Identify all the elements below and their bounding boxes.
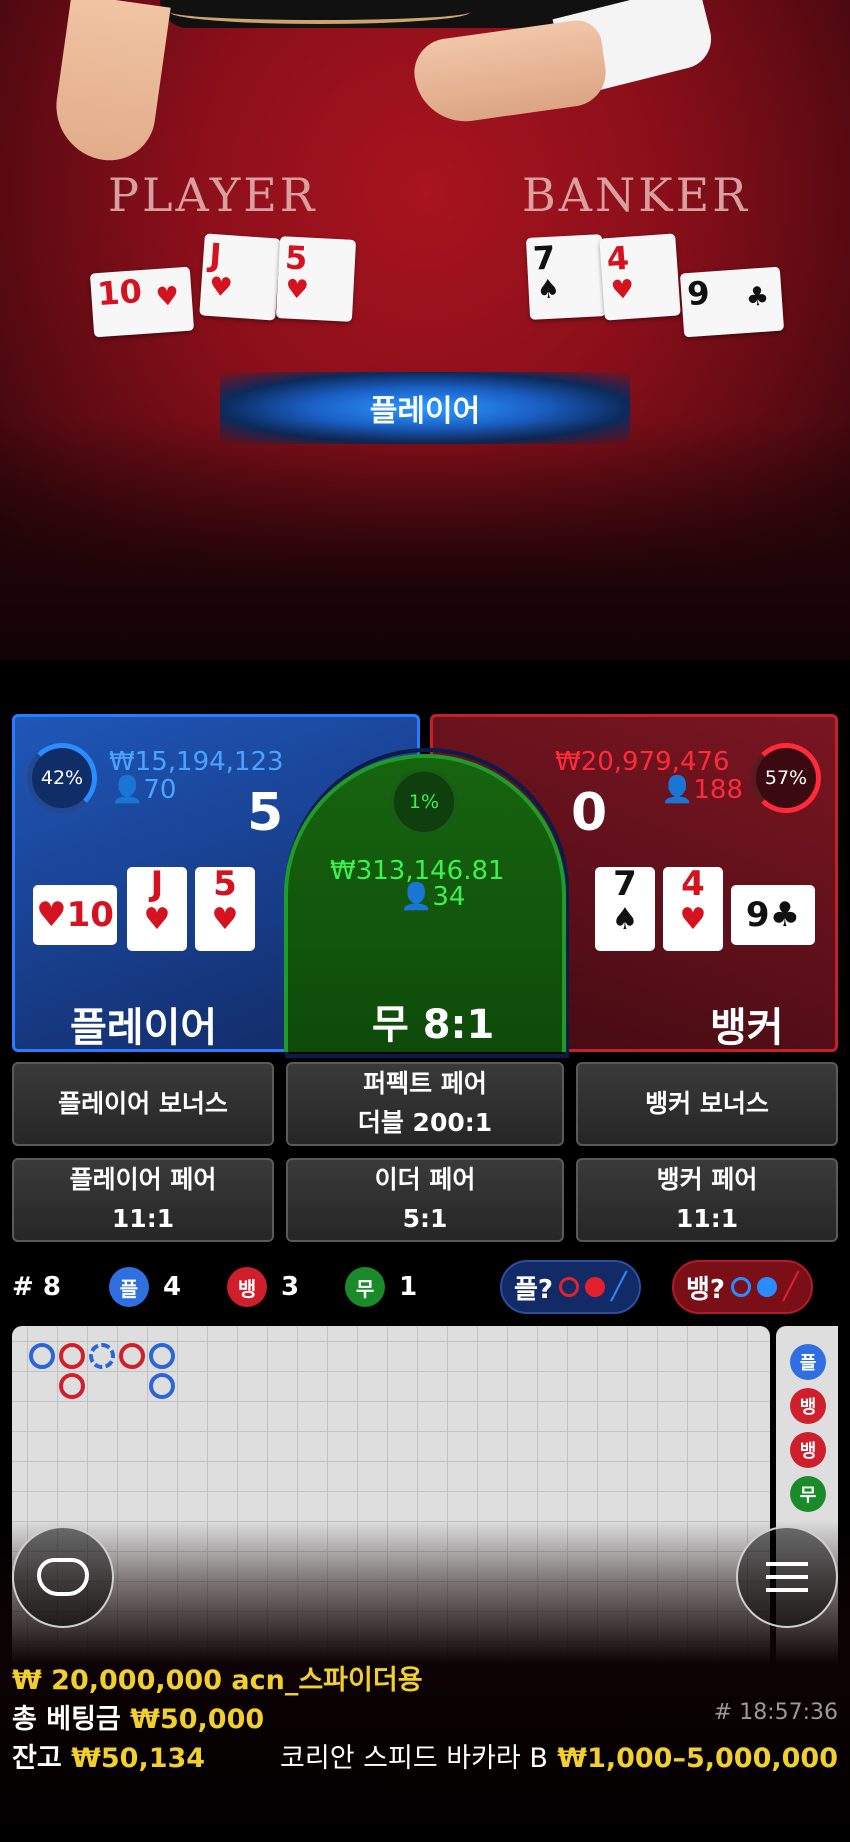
road-bead-banker: [59, 1343, 85, 1369]
player-percent-ring: 42%: [27, 743, 97, 813]
balance-label: 잔고: [12, 1743, 62, 1774]
road-bead-player: [149, 1343, 175, 1369]
round-stats: # 8 플 4 뱅 3 무 1: [12, 1262, 417, 1312]
player-card-1: J ♥: [127, 867, 187, 951]
user-icon: 👤: [661, 775, 694, 805]
banker-score: 0: [571, 783, 608, 843]
small-road-icon: [585, 1277, 606, 1297]
banker-stat-icon: 뱅: [227, 1267, 268, 1307]
video-banker-card-2: 4 ♥: [599, 233, 681, 321]
banker-card-3: 9♣: [731, 885, 815, 945]
player-win-count: 4: [162, 1272, 182, 1302]
video-player-card-3: 10 ♥: [89, 266, 195, 338]
video-banker-card-3: 9 ♣: [679, 266, 785, 338]
cockroach-icon: ╱: [783, 1272, 799, 1302]
table-limits: ₩1,000–5,000,000: [557, 1743, 838, 1774]
player-label: 플레이어: [70, 1005, 218, 1051]
banker-label: 뱅커: [710, 1005, 784, 1051]
table-info: 코리안 스피드 바카라 B ₩1,000–5,000,000: [280, 1736, 838, 1775]
player-card-2: 5 ♥: [195, 867, 255, 951]
lobby-button[interactable]: [12, 1526, 114, 1628]
banker-percent: 57%: [764, 767, 808, 789]
total-bet-value: ₩50,000: [130, 1704, 265, 1735]
player-percent: 42%: [40, 767, 84, 789]
player-bettors: 👤70: [111, 775, 177, 805]
total-bet-label: 총 베팅금: [12, 1704, 121, 1735]
total-bet: 총 베팅금 ₩50,000: [12, 1697, 264, 1736]
video-fade: [0, 420, 850, 660]
either-pair-button[interactable]: 이더 페어 5:1: [286, 1158, 564, 1242]
felt-banker-label: BANKER: [522, 168, 750, 222]
banker-pair-button[interactable]: 뱅커 페어 11:1: [576, 1158, 838, 1242]
banker-card-1: 7 ♠: [595, 867, 655, 951]
player-score: 5: [247, 783, 284, 843]
balance-limit: ₩ 20,000,000 acn_스파이더용: [12, 1665, 423, 1696]
user-icon: 👤: [111, 775, 144, 805]
player-predict-button[interactable]: 플? ╱: [500, 1260, 641, 1314]
table-rail: [170, 0, 470, 24]
banker-win-count: 3: [281, 1272, 300, 1302]
clock: # 18:57:36: [713, 1700, 838, 1725]
tie-bettors: 👤34: [400, 882, 466, 912]
road-bead-player: [29, 1343, 55, 1369]
banker-amount: ₩20,979,476: [555, 747, 730, 777]
balance: 잔고 ₩50,134: [12, 1736, 205, 1775]
banker-bonus-button[interactable]: 뱅커 보너스: [576, 1062, 838, 1146]
player-pair-button[interactable]: 플레이어 페어 11:1: [12, 1158, 274, 1242]
banker-card-2: 4 ♥: [663, 867, 723, 951]
road-bead-player: [89, 1343, 115, 1369]
bead-road-item: 뱅: [790, 1388, 826, 1424]
tie-percent-ring: 1%: [390, 768, 458, 836]
table-view-icon: [37, 1558, 89, 1596]
tie-bet-area[interactable]: 1% ₩313,146.81 👤34 무 8:1: [284, 754, 566, 1052]
player-card-3: ♥10: [33, 885, 117, 945]
dealer-right-hand: [410, 17, 610, 128]
road-bead-player: [149, 1373, 175, 1399]
round-number: # 8: [12, 1272, 61, 1302]
tie-percent: 1%: [408, 791, 440, 813]
banker-percent-ring: 57%: [751, 743, 821, 813]
felt-player-label: PLAYER: [108, 168, 318, 222]
banker-bettors: 👤188: [661, 775, 744, 805]
video-banker-card-1: 7 ♠: [525, 234, 607, 320]
small-road-icon: [757, 1277, 778, 1297]
road-bead-banker: [119, 1343, 145, 1369]
player-stat-icon: 플: [108, 1267, 149, 1307]
game-screen: PLAYER BANKER 10 ♥ J ♥ 5 ♥ 7 ♠ 4 ♥ 9 ♣ 플레이어 42…: [0, 0, 850, 1842]
big-eye-icon: [731, 1277, 752, 1297]
road-bead-banker-tie: [59, 1373, 85, 1399]
player-amount: ₩15,194,123: [109, 747, 284, 777]
video-player-card-1: J ♥: [199, 233, 281, 321]
tie-stat-icon: 무: [345, 1267, 386, 1307]
banker-predict-button[interactable]: 뱅? ╱: [672, 1260, 813, 1314]
user-icon: 👤: [400, 882, 433, 912]
table-name: 코리안 스피드 바카라 B: [280, 1743, 548, 1774]
perfect-pair-button[interactable]: 퍼펙트 페어 더블 200:1: [286, 1062, 564, 1146]
big-eye-icon: [559, 1277, 580, 1297]
balance-value: ₩50,134: [71, 1743, 206, 1774]
tie-win-count: 1: [399, 1272, 418, 1302]
hamburger-menu-icon: [766, 1562, 808, 1592]
menu-button[interactable]: [736, 1526, 838, 1628]
bead-road-item: 무: [790, 1476, 826, 1512]
player-bonus-button[interactable]: 플레이어 보너스: [12, 1062, 274, 1146]
bead-road-item: 플: [790, 1344, 826, 1380]
bead-road-item: 뱅: [790, 1432, 826, 1468]
tie-label: 무 8:1: [372, 1002, 495, 1048]
cockroach-icon: ╱: [611, 1272, 627, 1302]
video-player-card-2: 5 ♥: [275, 236, 357, 322]
dealer-left-hand: [49, 0, 171, 167]
